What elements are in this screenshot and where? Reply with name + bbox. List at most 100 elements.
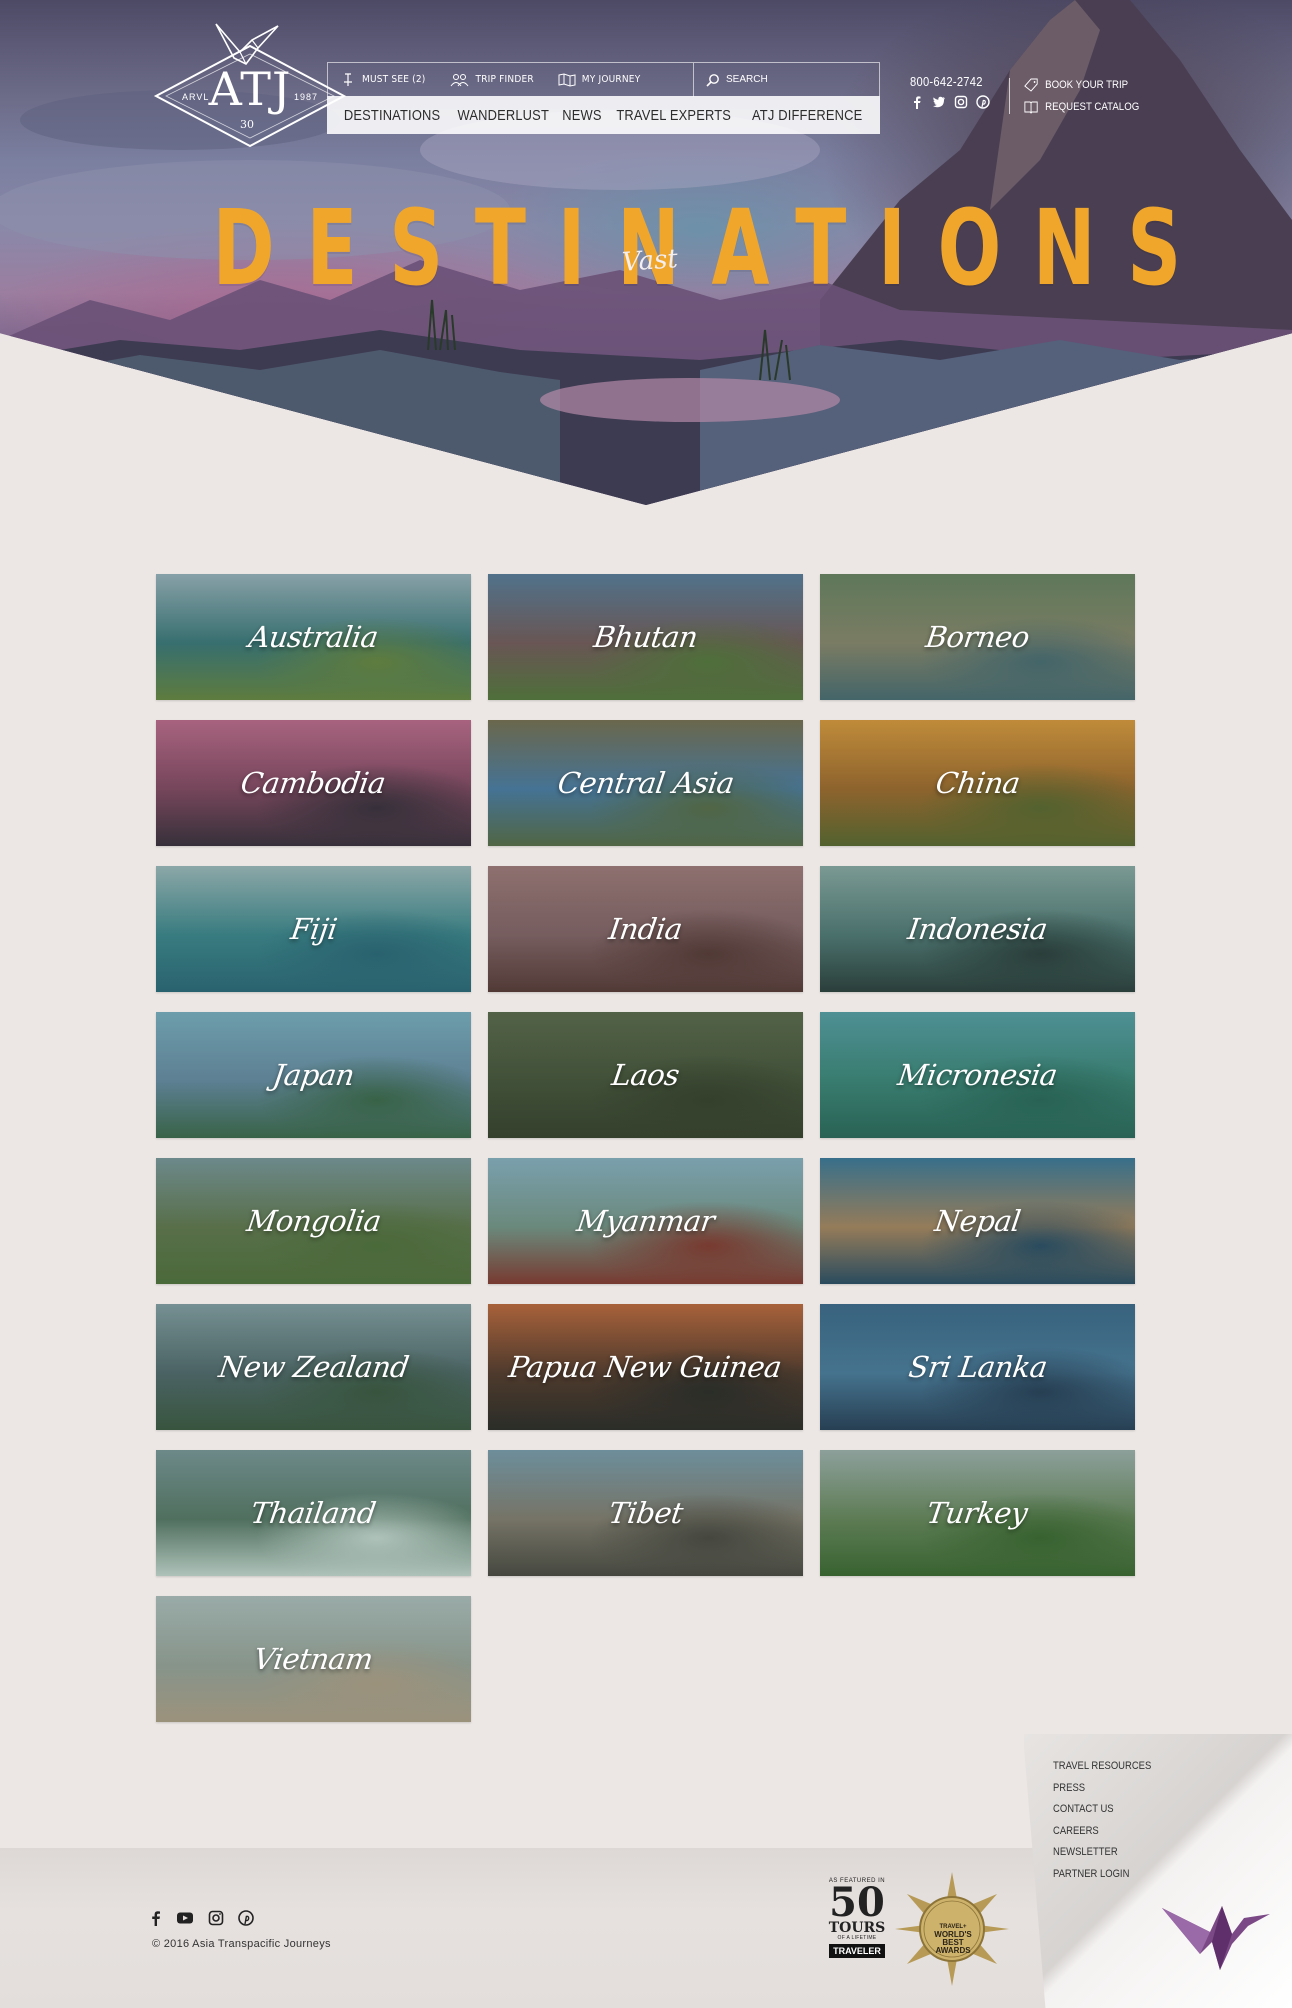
instagram-icon[interactable] (954, 95, 968, 109)
logo-arvl: ARVL (182, 92, 210, 102)
destination-name: Australia (246, 620, 381, 654)
destination-name: Micronesia (895, 1058, 1060, 1092)
people-icon (450, 73, 468, 86)
my-journey-link[interactable]: MY JOURNEY (546, 72, 653, 87)
search-label: SEARCH (726, 74, 768, 85)
destination-name: Turkey (925, 1496, 1030, 1530)
destination-tile-thailand[interactable]: Thailand (156, 1450, 471, 1576)
destination-tile-india[interactable]: India (488, 866, 803, 992)
tag-icon (1024, 78, 1038, 92)
destination-name: Vietnam (251, 1642, 376, 1676)
destination-name: Papua New Guinea (507, 1350, 784, 1384)
request-catalog-link[interactable]: REQUEST CATALOG (1024, 96, 1139, 118)
atj-logo[interactable]: ATJ ARVL 1987 30 (152, 23, 348, 150)
destination-name: India (606, 912, 685, 946)
destination-tile-papua-new-guinea[interactable]: Papua New Guinea (488, 1304, 803, 1430)
footer-link-partner-login[interactable]: PARTNER LOGIN (1053, 1864, 1151, 1886)
destination-tile-japan[interactable]: Japan (156, 1012, 471, 1138)
destination-tile-indonesia[interactable]: Indonesia (820, 866, 1135, 992)
destination-name: Fiji (288, 912, 339, 946)
destination-tile-cambodia[interactable]: Cambodia (156, 720, 471, 846)
must-see-label: MUST SEE (2) (362, 74, 426, 85)
destination-name: Central Asia (555, 766, 736, 800)
destination-tile-borneo[interactable]: Borneo (820, 574, 1135, 700)
footer-link-careers[interactable]: CAREERS (1053, 1821, 1151, 1843)
destination-name: Cambodia (239, 766, 388, 800)
destination-name: Thailand (248, 1496, 379, 1530)
copyright: © 2016 Asia Transpacific Journeys (152, 1938, 331, 1950)
logo-year: 1987 (294, 92, 319, 102)
nav-atj-difference[interactable]: ATJ DIFFERENCE (752, 107, 862, 124)
nav-travel-experts[interactable]: TRAVEL EXPERTS (616, 107, 731, 124)
destination-name: Laos (609, 1058, 682, 1092)
footer-social-links (150, 1910, 254, 1926)
destination-name: China (933, 766, 1022, 800)
award-line-4: AWARDS (935, 1946, 971, 1955)
destination-name: Borneo (923, 620, 1032, 654)
destination-name: Sri Lanka (906, 1350, 1049, 1384)
destination-tile-new-zealand[interactable]: New Zealand (156, 1304, 471, 1430)
badge-number: 50 (829, 1879, 885, 1926)
footer-links: TRAVEL RESOURCES PRESS CONTACT US CAREER… (1053, 1756, 1167, 1885)
destination-tile-mongolia[interactable]: Mongolia (156, 1158, 471, 1284)
logo-text: ATJ (208, 62, 292, 116)
destination-tile-vietnam[interactable]: Vietnam (156, 1596, 471, 1722)
destination-name: Bhutan (591, 620, 700, 654)
destination-tile-australia[interactable]: Australia (156, 574, 471, 700)
request-catalog-label: REQUEST CATALOG (1045, 101, 1140, 113)
map-icon (558, 72, 576, 87)
destination-tile-sri-lanka[interactable]: Sri Lanka (820, 1304, 1135, 1430)
contact-block: 800-642-2742 (910, 74, 1010, 109)
destinations-grid: Australia Bhutan Borneo Cambodia Central Asi… (156, 574, 1136, 1722)
destination-name: Tibet (606, 1496, 685, 1530)
search-box[interactable]: SEARCH (693, 62, 879, 97)
footer-link-travel-resources[interactable]: TRAVEL RESOURCES (1053, 1756, 1151, 1778)
destination-tile-myanmar[interactable]: Myanmar (488, 1158, 803, 1284)
main-nav-bar: DESTINATIONS WANDERLUST NEWS TRAVEL EXPE… (327, 96, 880, 134)
destination-name: New Zealand (216, 1350, 411, 1384)
destination-tile-tibet[interactable]: Tibet (488, 1450, 803, 1576)
nav-wanderlust[interactable]: WANDERLUST (458, 107, 550, 124)
cta-links: BOOK YOUR TRIP REQUEST CATALOG (1024, 74, 1155, 118)
must-see-link[interactable]: MUST SEE (2) (328, 72, 438, 87)
destination-tile-turkey[interactable]: Turkey (820, 1450, 1135, 1576)
twitter-icon[interactable] (932, 95, 946, 109)
facebook-icon[interactable] (910, 95, 924, 109)
utility-bar: MUST SEE (2) TRIP FINDER MY JOURNEY SEAR… (327, 62, 880, 97)
destination-tile-central-asia[interactable]: Central Asia (488, 720, 803, 846)
destination-tile-bhutan[interactable]: Bhutan (488, 574, 803, 700)
destination-name: Nepal (932, 1204, 1023, 1238)
pin-icon (344, 72, 352, 86)
destination-tile-nepal[interactable]: Nepal (820, 1158, 1135, 1284)
pinterest-icon[interactable] (238, 1910, 254, 1926)
destination-tile-laos[interactable]: Laos (488, 1012, 803, 1138)
footer-link-contact-us[interactable]: CONTACT US (1053, 1799, 1151, 1821)
badge-traveler: TRAVELER (829, 1944, 885, 1958)
badge-tours: TOURS (828, 1920, 886, 1936)
facebook-icon[interactable] (150, 1910, 162, 1926)
fifty-tours-badge[interactable]: AS FEATURED IN 50 TOURS OF A LIFETIME TR… (824, 1878, 890, 1958)
crane-icon (1162, 1906, 1270, 1970)
trip-finder-label: TRIP FINDER (475, 74, 534, 85)
destination-name: Myanmar (574, 1204, 717, 1238)
destination-tile-fiji[interactable]: Fiji (156, 866, 471, 992)
pinterest-icon[interactable] (976, 95, 990, 109)
youtube-icon[interactable] (176, 1911, 194, 1925)
book-icon (1024, 101, 1038, 114)
destination-tile-china[interactable]: China (820, 720, 1135, 846)
instagram-icon[interactable] (208, 1910, 224, 1926)
phone-number[interactable]: 800-642-2742 (910, 74, 996, 89)
nav-news[interactable]: NEWS (562, 107, 601, 124)
book-your-trip-link[interactable]: BOOK YOUR TRIP (1024, 74, 1139, 96)
footer-link-press[interactable]: PRESS (1053, 1778, 1151, 1800)
nav-destinations[interactable]: DESTINATIONS (344, 107, 440, 124)
book-your-trip-label: BOOK YOUR TRIP (1045, 79, 1129, 91)
trip-finder-link[interactable]: TRIP FINDER (438, 73, 546, 87)
header-divider (1009, 78, 1010, 114)
destination-tile-micronesia[interactable]: Micronesia (820, 1012, 1135, 1138)
top-navigation: MUST SEE (2) TRIP FINDER MY JOURNEY SEAR… (327, 62, 880, 134)
destination-name: Mongolia (244, 1204, 383, 1238)
award-text: TRAVEL+ WORLD'S BEST AWARDS (923, 1923, 983, 1955)
search-icon (706, 73, 719, 87)
footer-link-newsletter[interactable]: NEWSLETTER (1053, 1842, 1151, 1864)
